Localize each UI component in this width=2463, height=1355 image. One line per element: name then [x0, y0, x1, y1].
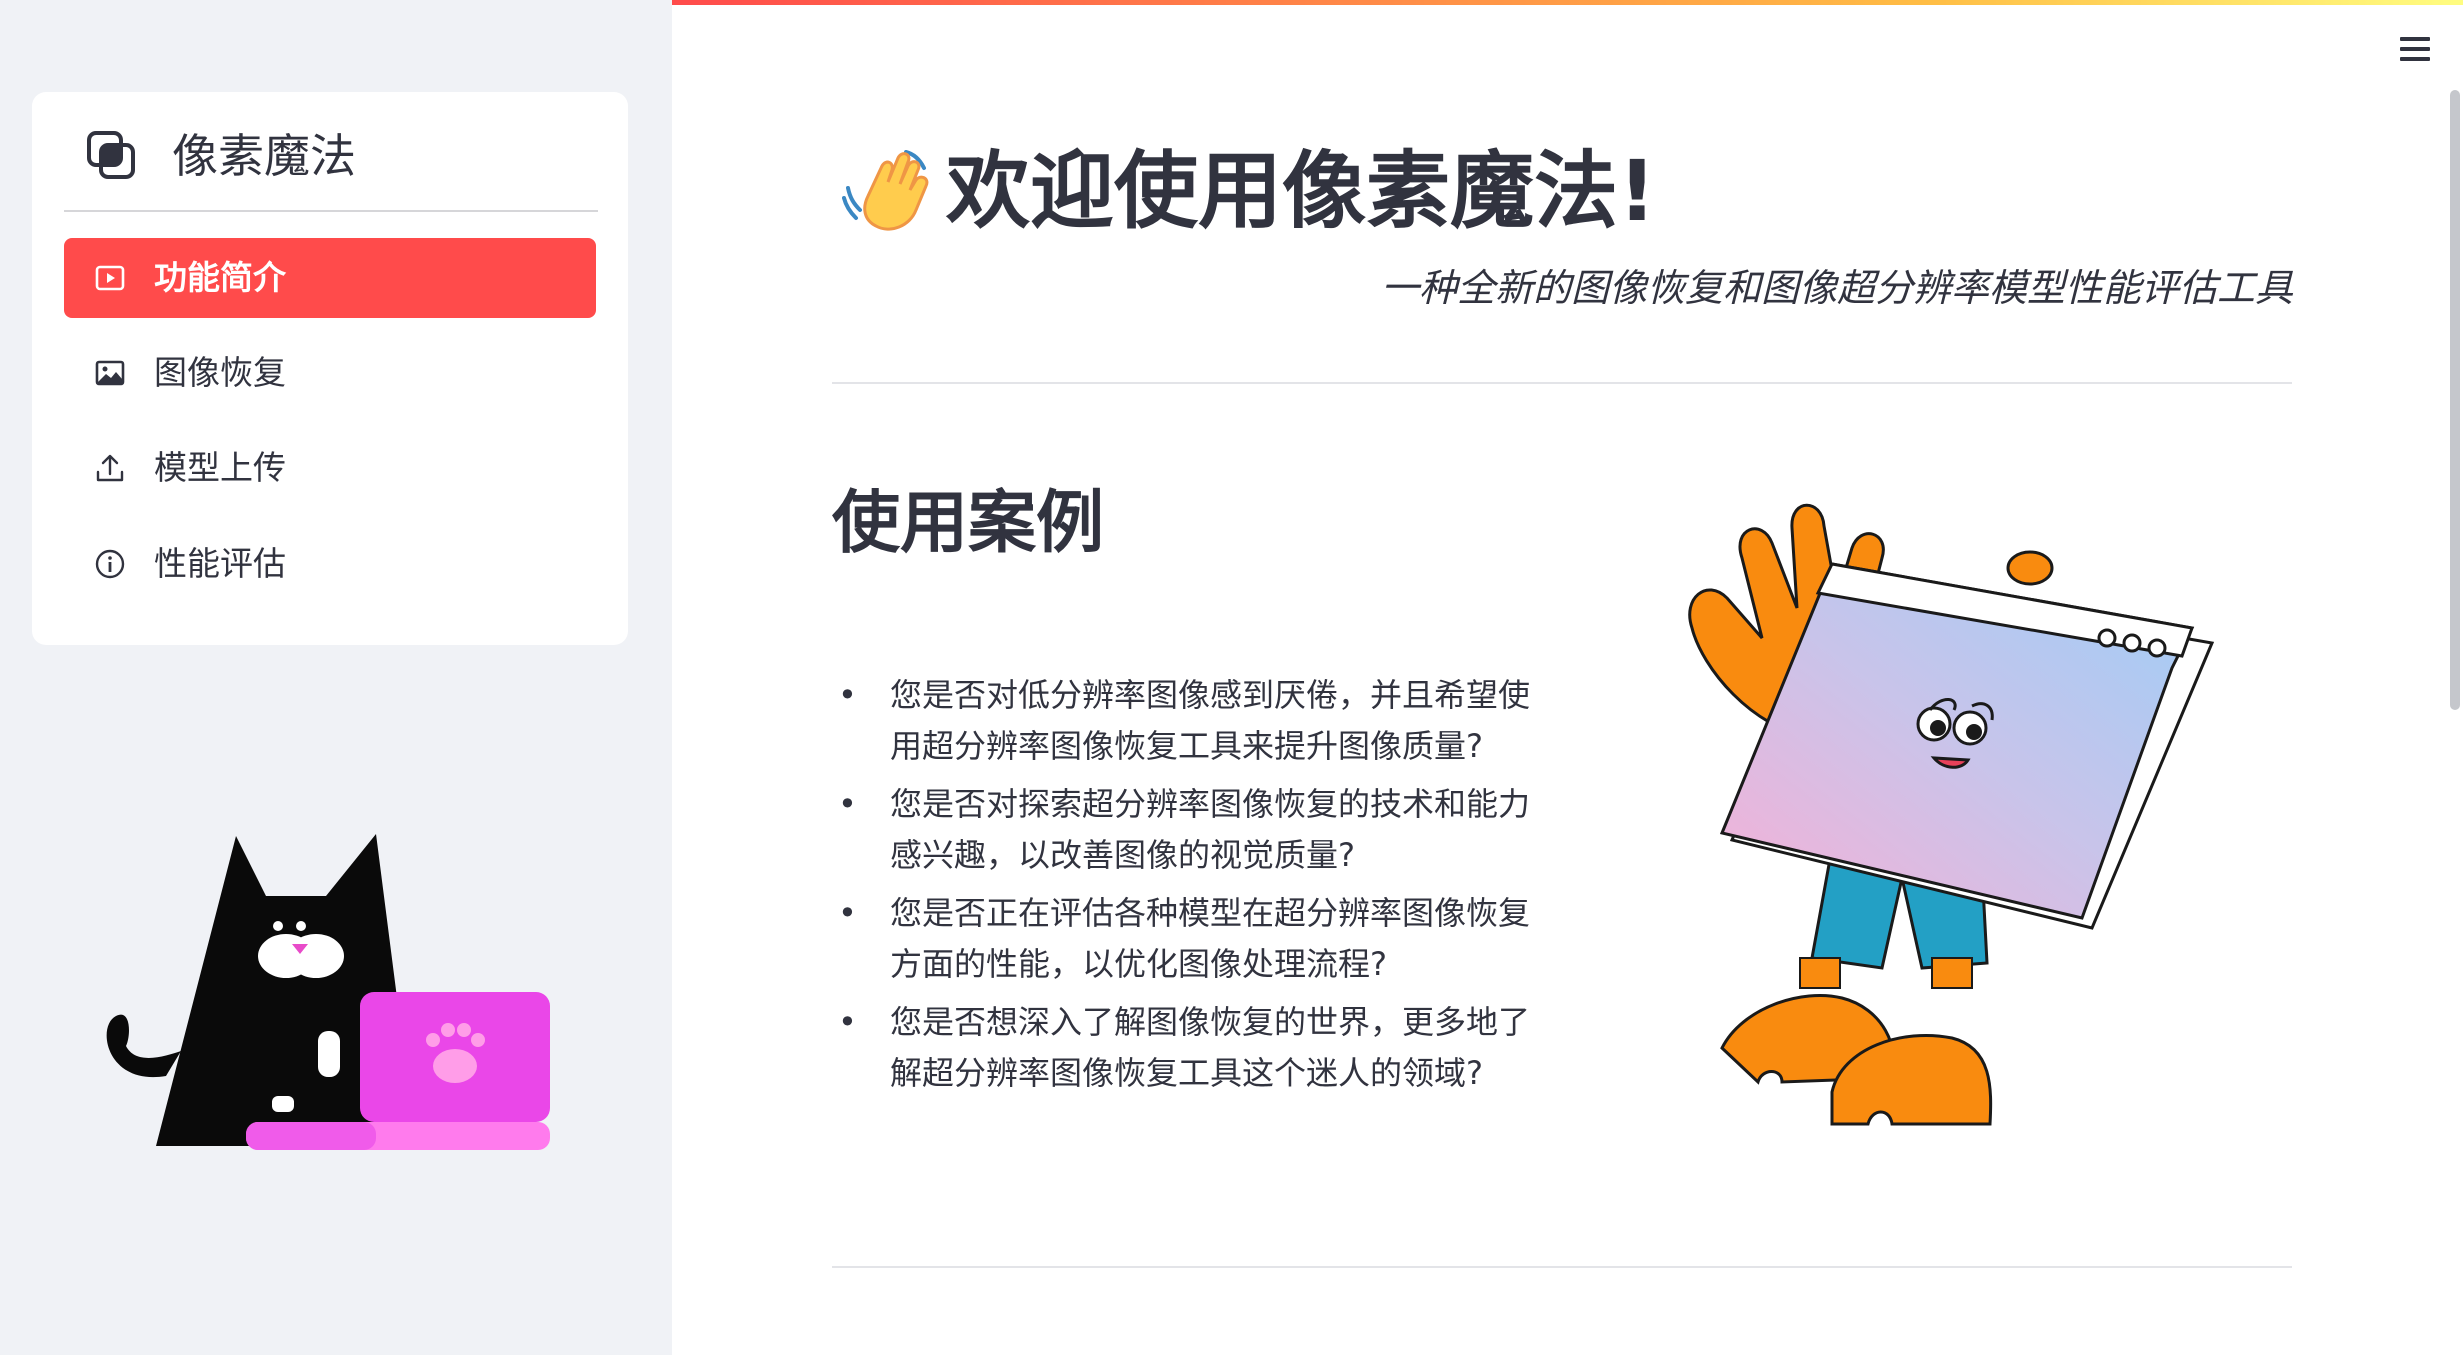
top-decoration-bar	[672, 0, 2463, 5]
page-title: 欢迎使用像素魔法!	[946, 142, 1657, 240]
sidebar-item-intro[interactable]: 功能简介	[64, 238, 596, 318]
page-subtitle: 一种全新的图像恢复和图像超分辨率模型性能评估工具	[1380, 266, 2293, 310]
waving-hand-icon	[842, 150, 929, 231]
use-case-list: 您是否对低分辨率图像感到厌倦，并且希望使用超分辨率图像恢复工具来提升图像质量? …	[832, 670, 1552, 1106]
hamburger-line	[2400, 37, 2430, 41]
sidebar-item-evaluation[interactable]: 性能评估	[64, 524, 596, 604]
hamburger-line	[2400, 47, 2430, 51]
hamburger-menu-button[interactable]	[2396, 34, 2434, 66]
menu-divider	[64, 210, 598, 212]
hamburger-line	[2400, 57, 2430, 61]
sidebar-item-label: 性能评估	[154, 544, 286, 583]
divider	[832, 382, 2292, 384]
divider	[832, 1266, 2292, 1268]
cat-laptop-illustration	[106, 834, 550, 1150]
list-item: 您是否对低分辨率图像感到厌倦，并且希望使用超分辨率图像恢复工具来提升图像质量?	[832, 670, 1552, 772]
window-character-illustration	[1688, 503, 2215, 1126]
menu-header: 像素魔法	[32, 92, 628, 212]
list-item: 您是否对探索超分辨率图像恢复的技术和能力感兴趣，以改善图像的视觉质量?	[832, 779, 1552, 881]
sidebar-item-restore[interactable]: 图像恢复	[64, 333, 596, 413]
sidebar-item-label: 模型上传	[154, 448, 286, 487]
sidebar: 像素魔法 功能简介 图像恢复 模型上传 性能评估	[0, 0, 672, 1355]
upload-icon	[96, 454, 124, 482]
app-title: 像素魔法	[172, 129, 356, 183]
sidebar-item-label: 图像恢复	[154, 353, 286, 392]
scrollbar[interactable]	[2450, 90, 2460, 710]
list-item: 您是否想深入了解图像恢复的世界，更多地了解超分辨率图像恢复工具这个迷人的领域?	[832, 997, 1552, 1099]
list-item: 您是否正在评估各种模型在超分辨率图像恢复方面的性能，以优化图像处理流程?	[832, 888, 1552, 990]
sidebar-item-label: 功能简介	[154, 258, 286, 297]
section-title: 使用案例	[832, 484, 1105, 563]
app-logo-icon	[87, 131, 135, 179]
sidebar-item-upload[interactable]: 模型上传	[64, 428, 596, 508]
info-circle-icon	[95, 549, 125, 579]
image-icon	[95, 360, 125, 386]
navigation-menu: 像素魔法 功能简介 图像恢复 模型上传 性能评估	[32, 92, 628, 645]
play-square-icon	[95, 265, 125, 291]
